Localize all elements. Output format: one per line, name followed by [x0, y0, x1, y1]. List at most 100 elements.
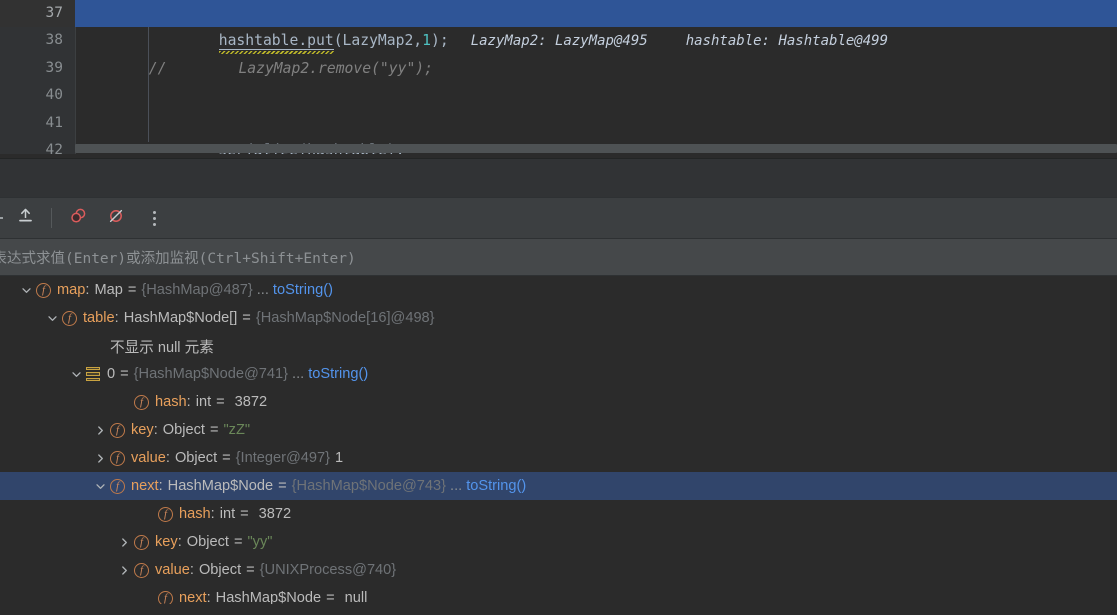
chevron-right-icon[interactable] [92, 422, 108, 438]
chevron-down-icon[interactable] [44, 310, 60, 326]
equals-sign: = [128, 282, 137, 298]
equals-sign: = [120, 366, 129, 382]
equals-sign: = [216, 394, 225, 410]
step-out-icon [16, 206, 35, 230]
field-icon: f [134, 563, 149, 578]
tostring-link[interactable]: toString() [273, 282, 333, 298]
chevron-right-icon[interactable] [116, 534, 132, 550]
variable-name: next [131, 478, 159, 494]
variable-type: Object [163, 422, 205, 438]
chevron-down-icon[interactable] [18, 282, 34, 298]
array-index-icon [86, 367, 100, 382]
equals-sign: = [246, 562, 255, 578]
variable-row[interactable]: 0={HashMap$Node@741}...toString() [0, 360, 1117, 388]
line-number[interactable]: 38 [0, 27, 75, 54]
variable-value: null [345, 590, 368, 604]
variables-tree[interactable]: fmap:Map={HashMap@487}...toString()ftabl… [0, 276, 1117, 604]
chevron-down-icon[interactable] [68, 366, 84, 382]
variable-type: HashMap$Node [216, 590, 321, 604]
field-icon: f [158, 507, 173, 522]
equals-sign: = [326, 590, 335, 604]
code-line-38[interactable]: //LazyMap2.remove("yy"); [75, 27, 1117, 54]
code-line-39[interactable] [75, 55, 1117, 82]
variable-row[interactable]: fvalue:Object={UNIXProcess@740} [0, 556, 1117, 584]
variable-type: int [220, 506, 235, 522]
object-reference: {HashMap$Node@743} [292, 478, 446, 494]
variable-row[interactable]: fhash:int=3872 [0, 500, 1117, 528]
variable-row[interactable]: fkey:Object="yy" [0, 528, 1117, 556]
more-options-button[interactable] [136, 203, 172, 233]
step-out-button[interactable] [7, 203, 43, 233]
variable-name: hash [155, 394, 187, 410]
editor-horizontal-scrollbar[interactable] [75, 144, 1117, 153]
name-type-separator: : [207, 590, 211, 604]
field-icon: f [36, 283, 51, 298]
variable-name: 0 [107, 366, 115, 382]
variable-name: value [131, 450, 166, 466]
chevron-right-icon[interactable] [116, 562, 132, 578]
field-icon: f [62, 311, 77, 326]
line-number[interactable]: 41 [0, 110, 75, 137]
line-number[interactable]: 37 [0, 0, 75, 27]
variable-row[interactable]: fhash:int=3872 [0, 388, 1117, 416]
object-reference: {HashMap$Node[16]@498} [256, 310, 435, 326]
chevron-placeholder [140, 506, 156, 522]
variable-name: hash [179, 506, 211, 522]
field-icon: f [110, 451, 125, 466]
chevron-right-icon[interactable] [92, 450, 108, 466]
name-type-separator: : [159, 478, 163, 494]
chevron-down-icon[interactable] [92, 478, 108, 494]
variable-row[interactable]: fmap:Map={HashMap@487}...toString() [0, 276, 1117, 304]
variable-name: key [131, 422, 154, 438]
vertical-dots-icon [153, 211, 156, 226]
field-icon: f [110, 479, 125, 494]
clipped-icon-fragment [0, 209, 6, 227]
field-icon: f [134, 535, 149, 550]
variable-name: value [155, 562, 190, 578]
mute-breakpoints-icon [106, 206, 126, 231]
variable-value: 1 [335, 450, 343, 466]
variable-row[interactable]: 不显示 null 元素 [0, 332, 1117, 360]
variable-type: Object [199, 562, 241, 578]
line-number[interactable]: 39 [0, 55, 75, 82]
code-line-40[interactable] [75, 82, 1117, 109]
name-type-separator: : [154, 422, 158, 438]
mute-breakpoints-button[interactable] [98, 203, 134, 233]
variable-row[interactable]: fnext:HashMap$Node={HashMap$Node@743}...… [0, 472, 1117, 500]
object-reference: {UNIXProcess@740} [260, 562, 397, 578]
variable-name: key [155, 534, 178, 550]
code-line-41[interactable]: serialize(hashtable); [75, 110, 1117, 137]
equals-sign: = [278, 478, 287, 494]
tostring-link[interactable]: toString() [308, 366, 368, 382]
code-text-area[interactable]: hashtable.put(LazyMap2,1);LazyMap2: Lazy… [75, 0, 1117, 158]
field-icon: f [158, 591, 173, 605]
view-breakpoints-button[interactable] [60, 203, 96, 233]
variable-type: Object [187, 534, 229, 550]
evaluate-expression-bar[interactable]: 对表达式求值(Enter)或添加监视(Ctrl+Shift+Enter) [0, 239, 1117, 276]
line-number[interactable]: 40 [0, 82, 75, 109]
evaluate-expression-placeholder[interactable]: 对表达式求值(Enter)或添加监视(Ctrl+Shift+Enter) [0, 247, 356, 268]
name-type-separator: : [115, 310, 119, 326]
code-line-37[interactable]: hashtable.put(LazyMap2,1);LazyMap2: Lazy… [75, 0, 1117, 27]
equals-sign: = [234, 534, 243, 550]
ellipsis-text: ... [450, 478, 462, 494]
editor-gutter[interactable]: 37 38 39 40 41 42 [0, 0, 76, 158]
variable-value: 3872 [259, 506, 291, 522]
tostring-link[interactable]: toString() [466, 478, 526, 494]
variable-row[interactable]: fkey:Object="zZ" [0, 416, 1117, 444]
code-editor[interactable]: 37 38 39 40 41 42 hashtable.put(LazyMap2… [0, 0, 1117, 158]
debugger-toolbar[interactable] [0, 197, 1117, 239]
object-reference: {HashMap$Node@741} [134, 366, 288, 382]
variable-row[interactable]: fnext:HashMap$Node=null [0, 584, 1117, 604]
name-type-separator: : [211, 506, 215, 522]
equals-sign: = [222, 450, 231, 466]
editor-bottom-edge [0, 154, 1117, 158]
string-value: "zZ" [224, 422, 251, 438]
variable-row[interactable]: fvalue:Object={Integer@497}1 [0, 444, 1117, 472]
variable-name: map [57, 282, 85, 298]
object-reference: {HashMap@487} [141, 282, 252, 298]
string-value: "yy" [248, 534, 273, 550]
ide-debugger-window: 37 38 39 40 41 42 hashtable.put(LazyMap2… [0, 0, 1117, 615]
variable-row[interactable]: ftable:HashMap$Node[]={HashMap$Node[16]@… [0, 304, 1117, 332]
name-type-separator: : [187, 394, 191, 410]
